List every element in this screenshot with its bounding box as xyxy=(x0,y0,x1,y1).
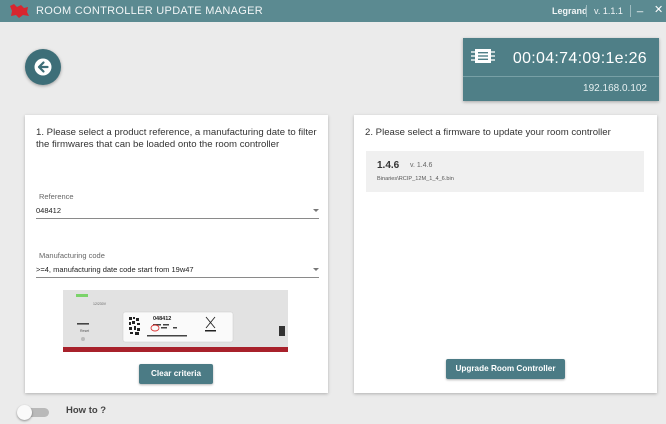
panel-divider xyxy=(463,76,659,77)
vendor-name: Legrand xyxy=(552,6,588,16)
svg-text:048412: 048412 xyxy=(153,316,171,322)
toggle-knob xyxy=(17,405,32,420)
firmware-version: v. 1.4.6 xyxy=(410,162,433,169)
firmware-title: 2. Please select a firmware to update yo… xyxy=(365,127,611,138)
back-button[interactable] xyxy=(25,49,61,85)
firmware-card: 2. Please select a firmware to update yo… xyxy=(354,115,657,393)
arrow-left-icon xyxy=(34,58,52,76)
manufacturing-code-select[interactable]: >=4, manufacturing date code start from … xyxy=(36,263,319,278)
criteria-card: 1. Please select a product reference, a … xyxy=(25,115,328,393)
product-label-image: 12/230V Reset 048412 xyxy=(63,290,288,352)
title-separator xyxy=(630,5,631,17)
how-to-label: How to ? xyxy=(66,405,107,416)
svg-text:12/230V: 12/230V xyxy=(93,302,107,306)
app-version: v. 1.1.1 xyxy=(594,6,623,16)
firmware-list-item[interactable]: 1.4.6 v. 1.4.6 Binaries\RCIP_12M_1_4_6.b… xyxy=(366,151,644,192)
manufacturing-code-value: >=4, manufacturing date code start from … xyxy=(36,265,194,274)
how-to-toggle[interactable] xyxy=(17,405,51,420)
device-ip-address: 192.168.0.102 xyxy=(583,83,647,94)
legrand-logo-icon xyxy=(10,4,29,18)
close-button[interactable]: ✕ xyxy=(654,3,663,16)
device-mac-address: 00:04:74:09:1e:26 xyxy=(512,50,647,67)
reference-value: 048412 xyxy=(36,206,62,215)
svg-text:Reset: Reset xyxy=(80,329,89,333)
app-title: ROOM CONTROLLER UPDATE MANAGER xyxy=(36,5,263,17)
title-bar: ROOM CONTROLLER UPDATE MANAGER Legrand v… xyxy=(0,0,666,22)
reference-label: Reference xyxy=(39,192,74,201)
chip-icon xyxy=(471,49,495,63)
minimize-button[interactable]: _ xyxy=(637,1,643,13)
chevron-down-icon xyxy=(313,268,319,271)
reference-select[interactable]: 048412 xyxy=(36,204,319,219)
firmware-name: 1.4.6 xyxy=(377,160,400,171)
criteria-title: 1. Please select a product reference, a … xyxy=(36,127,317,150)
firmware-path: Binaries\RCIP_12M_1_4_6.bin xyxy=(377,176,454,182)
chevron-down-icon xyxy=(313,209,319,212)
title-separator xyxy=(586,5,587,17)
device-info-panel: 00:04:74:09:1e:26 192.168.0.102 xyxy=(463,38,659,101)
manufacturing-code-label: Manufacturing code xyxy=(39,251,105,260)
clear-criteria-button[interactable]: Clear criteria xyxy=(139,364,213,384)
upgrade-button[interactable]: Upgrade Room Controller xyxy=(446,359,565,379)
